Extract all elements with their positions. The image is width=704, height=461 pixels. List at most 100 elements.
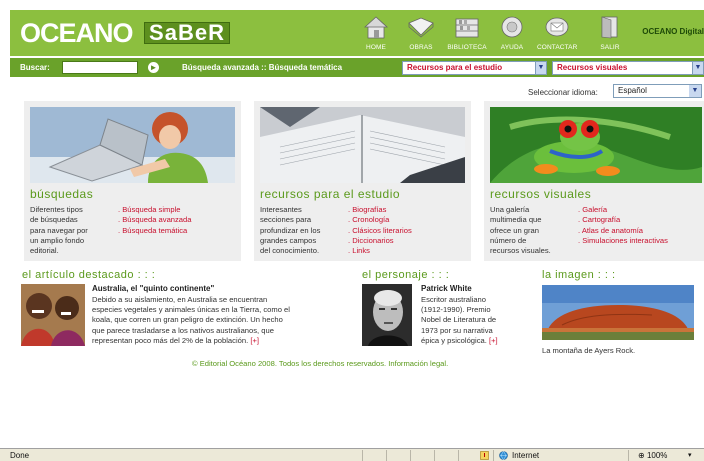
status-divider: [410, 450, 411, 461]
recursos-visuales-image[interactable]: [490, 107, 702, 183]
tree-frog-photo: [490, 107, 702, 183]
personaje-image[interactable]: [362, 284, 412, 346]
zoom-dropdown-icon[interactable]: ▾: [688, 451, 692, 459]
zoom-level[interactable]: ⊕ 100%: [638, 451, 667, 460]
links-link[interactable]: . Links: [348, 246, 412, 256]
oceano-logo[interactable]: OCEANO: [20, 19, 134, 47]
recursos-estudio-image[interactable]: [260, 107, 465, 183]
chevron-down-icon[interactable]: ▼: [692, 62, 703, 74]
magnifier-icon: ⊕: [638, 451, 647, 460]
search-bar: Buscar: ► Búsqueda avanzada :: Búsqueda …: [10, 58, 704, 77]
nav-biblioteca[interactable]: BIBLIOTECA: [447, 15, 487, 52]
globe-icon: [499, 451, 508, 460]
book-icon: [408, 17, 434, 38]
chevron-down-icon[interactable]: ▼: [535, 62, 546, 74]
nav-contactar-label: CONTACTAR: [537, 44, 578, 51]
nav-salir-label: SALIR: [600, 44, 620, 51]
nav-ayuda[interactable]: AYUDA: [492, 15, 532, 52]
status-text: Done: [10, 451, 30, 460]
security-warning-icon[interactable]: [480, 451, 489, 460]
personaje-text: Escritor australiano (1912-1990). Premio…: [421, 295, 529, 346]
status-divider: [362, 450, 363, 461]
description-line: de búsquedas: [30, 215, 78, 225]
search-input[interactable]: [62, 61, 138, 74]
site-header: OCEANO SaBeR HOME OBRAS BIBLIOTECA AYUDA…: [10, 10, 704, 56]
personaje-line: Escritor australiano: [421, 295, 486, 304]
chevron-down-icon[interactable]: ▼: [689, 85, 701, 97]
search-go-button[interactable]: ►: [148, 62, 159, 73]
panel-recursos-visuales: recursos visuales Una galería multimedia…: [484, 101, 704, 261]
nav-obras-label: OBRAS: [409, 44, 433, 51]
article-line: Debido a su aislamiento, en Australia se…: [92, 295, 268, 304]
article-more-link[interactable]: [+]: [250, 336, 259, 345]
description-line: editorial.: [30, 246, 59, 256]
language-label: Seleccionar idioma:: [528, 88, 598, 97]
description-line: ofrece un gran: [490, 225, 539, 235]
imagen-photo[interactable]: [542, 285, 694, 340]
article-line: representan poco más del 2% de la poblac…: [92, 335, 259, 345]
personaje-more-link[interactable]: [+]: [489, 336, 498, 345]
biografias-link[interactable]: . Biografías: [348, 205, 412, 215]
nav-obras[interactable]: OBRAS: [401, 15, 441, 52]
nav-salir[interactable]: SALIR: [590, 15, 630, 52]
description-line: secciones para: [260, 215, 312, 225]
language-select[interactable]: Español ▼: [613, 84, 702, 98]
article-image[interactable]: [21, 284, 85, 346]
nav-home[interactable]: HOME: [356, 15, 396, 52]
busqueda-simple-link[interactable]: . Búsqueda simple: [118, 205, 191, 215]
busquedas-title[interactable]: búsquedas: [30, 187, 93, 201]
recursos-visuales-title[interactable]: recursos visuales: [490, 187, 591, 201]
personaje-section-title: el personaje : : :: [362, 269, 450, 281]
girl-laptop-photo: [30, 107, 235, 183]
browser-status-bar: Done Internet ⊕ 100% ▾: [0, 448, 704, 461]
search-label: Buscar:: [20, 63, 50, 72]
personaje-line: épica y psicológica. [+]: [421, 335, 498, 345]
busquedas-description: Diferentes tipos de búsquedas para naveg…: [30, 205, 116, 256]
clasicos-literarios-link[interactable]: . Clásicos literarios: [348, 226, 412, 236]
description-line: grandes campos: [260, 235, 317, 245]
personaje-name[interactable]: Patrick White: [421, 284, 472, 293]
article-heading[interactable]: Australia, el "quinto continente": [92, 284, 214, 293]
oceano-digital-logo[interactable]: OCEANO Digital: [642, 27, 704, 36]
recursos-estudio-select[interactable]: Recursos para el estudio ▼: [402, 61, 547, 75]
recursos-visuales-links: . Galería . Cartografía . Atlas de anato…: [578, 205, 668, 246]
recursos-estudio-description: Interesantes secciones para profundizar …: [260, 205, 346, 256]
galeria-link[interactable]: . Galería: [578, 205, 668, 215]
browser-viewport: OCEANO SaBeR HOME OBRAS BIBLIOTECA AYUDA…: [0, 0, 704, 461]
busqueda-avanzada-link[interactable]: . Búsqueda avanzada: [118, 215, 191, 225]
search-links: Búsqueda avanzada :: Búsqueda temática: [182, 63, 342, 72]
security-zone-label: Internet: [512, 451, 540, 460]
busqueda-tematica-link[interactable]: . Búsqueda temática: [118, 226, 191, 236]
recursos-estudio-links: . Biografías . Cronología . Clásicos lit…: [348, 205, 412, 256]
library-icon: [455, 18, 479, 38]
description-line: del conocimiento.: [260, 246, 320, 256]
nav-contactar[interactable]: CONTACTAR: [537, 15, 577, 52]
recursos-estudio-value: Recursos para el estudio: [407, 63, 503, 72]
article-text: Debido a su aislamiento, en Australia se…: [92, 295, 346, 346]
atlas-anatomia-link[interactable]: . Atlas de anatomía: [578, 226, 668, 236]
cronologia-link[interactable]: . Cronología: [348, 215, 412, 225]
description-line: recursos visuales.: [490, 246, 551, 256]
contact-icon: [545, 17, 569, 37]
status-divider: [493, 450, 494, 461]
imagen-section-title: la imagen : : :: [542, 269, 616, 281]
copyright-footer[interactable]: © Editorial Océano 2008. Todos los derec…: [192, 359, 448, 368]
simulaciones-link[interactable]: . Simulaciones interactivas: [578, 236, 668, 246]
recursos-visuales-description: Una galería multimedia que ofrece un gra…: [490, 205, 576, 256]
status-divider: [458, 450, 459, 461]
saber-logo[interactable]: SaBeR: [144, 22, 230, 44]
busquedas-image[interactable]: [30, 107, 235, 183]
status-divider: [434, 450, 435, 461]
diccionarios-link[interactable]: . Diccionarios: [348, 236, 412, 246]
description-line: un amplio fondo: [30, 235, 85, 245]
busquedas-links: . Búsqueda simple . Búsqueda avanzada . …: [118, 205, 191, 236]
recursos-estudio-title[interactable]: recursos para el estudio: [260, 187, 400, 201]
personaje-line: Nobel de Literatura de: [421, 315, 497, 325]
recursos-visuales-select[interactable]: Recursos visuales ▼: [552, 61, 704, 75]
description-line: profundizar en los: [260, 225, 321, 235]
personaje-line: 1973 por su narrativa: [421, 325, 493, 335]
nav-home-label: HOME: [366, 44, 386, 51]
cartografia-link[interactable]: . Cartografía: [578, 215, 668, 225]
thematic-search-link[interactable]: Búsqueda temática: [269, 63, 342, 72]
advanced-search-link[interactable]: Búsqueda avanzada: [182, 63, 259, 72]
